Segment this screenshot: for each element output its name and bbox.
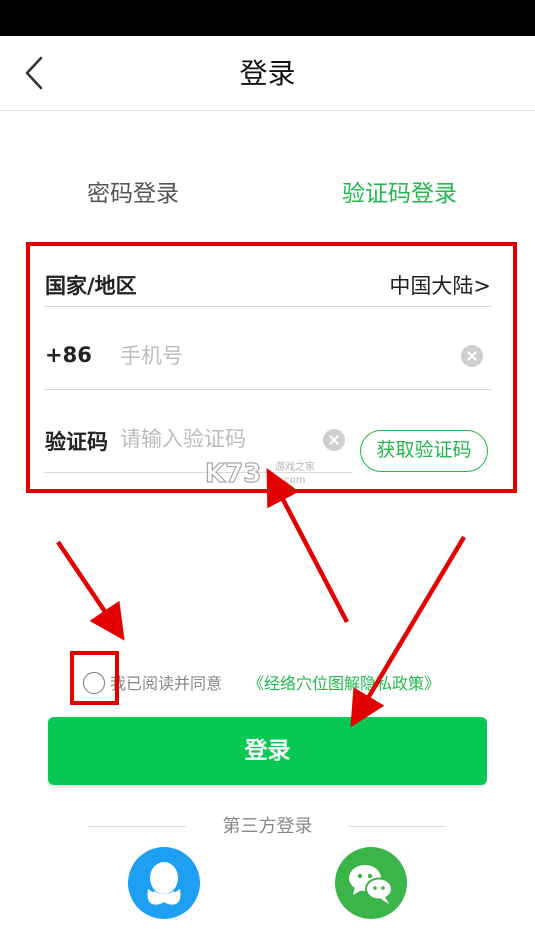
tab-password-login[interactable]: 密码登录 [87,176,179,212]
qq-login-button[interactable] [128,847,200,919]
annotation-box [70,651,119,705]
annotation-arrow [56,540,125,641]
wechat-icon [349,865,393,904]
annotation-frame [26,242,517,493]
nav-bar: 登录 [0,36,535,111]
wechat-login-button[interactable] [335,847,407,919]
login-button[interactable]: 登录 [48,717,487,785]
tab-code-login[interactable]: 验证码登录 [342,176,457,212]
annotation-arrow [266,468,349,624]
third-party-label: 第三方登录 [222,816,313,837]
status-bar [0,0,535,36]
agreement-text: 我已阅读并同意 [110,674,223,693]
qq-icon [147,862,181,905]
privacy-policy-link[interactable]: 《经络穴位图解隐私政策》 [248,672,440,696]
page-title: 登录 [239,57,296,90]
